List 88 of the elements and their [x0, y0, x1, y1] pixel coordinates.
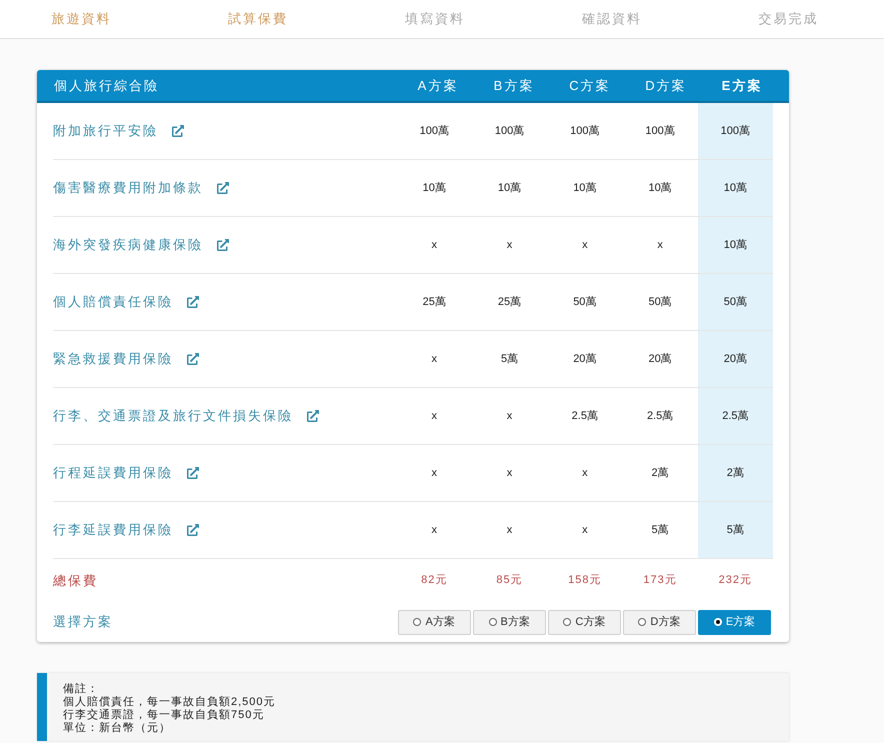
plan-heading: E方案 [720, 76, 764, 95]
radio-icon [563, 618, 572, 626]
table-cell-text: x [506, 466, 512, 481]
table-cell-text: 25萬 [422, 294, 446, 310]
table-cell-text: 5萬 [500, 352, 518, 367]
coverage-link[interactable]: 海外突發疾病健康保險 [53, 235, 203, 255]
table-cell-text: x [506, 408, 512, 424]
coverage-link[interactable]: 行程延誤費用保險 [53, 463, 173, 483]
table-cell-text: x [582, 522, 588, 538]
premium-amount: 82元 [420, 573, 448, 588]
plan-heading: B方案 [492, 76, 536, 95]
plan-radio-button[interactable]: B方案 [472, 610, 546, 634]
table-cell-text: x [582, 466, 588, 481]
plan-heading: A方案 [416, 76, 460, 95]
external-link-icon[interactable] [187, 524, 199, 536]
note-text: 單位：新台幣（元） [63, 722, 172, 735]
radio-icon [488, 618, 497, 626]
table-cell-text: 20萬 [724, 352, 747, 367]
table-cell-text: 2.5萬 [722, 408, 748, 424]
radio-icon [413, 618, 422, 626]
plan-radio-button[interactable]: A方案 [398, 610, 471, 634]
plan-radio-button[interactable]: C方案 [548, 610, 621, 634]
table-cell-text: x [432, 238, 438, 253]
step-label: 確認資料 [582, 10, 642, 28]
premium-amount: 232元 [718, 573, 754, 588]
table-cell-text: 20萬 [573, 352, 596, 367]
table-cell-text: 100萬 [494, 124, 524, 139]
coverage-link[interactable]: 附加旅行平安險 [53, 121, 158, 141]
table-cell-text: x [432, 352, 438, 367]
table-cell-text: 50萬 [724, 294, 747, 310]
table-cell-text: 100萬 [570, 124, 600, 139]
total-label: 總保費 [53, 572, 99, 590]
table-title: 個人旅行綜合險 [53, 76, 160, 95]
table-cell-text: 2萬 [726, 466, 744, 481]
table-cell-text: x [432, 408, 438, 424]
plan-radio-button[interactable]: E方案 [698, 610, 772, 634]
premium-amount: 85元 [495, 573, 524, 588]
plan-radio-button[interactable]: D方案 [622, 610, 696, 634]
table-cell-text: 10萬 [422, 180, 446, 196]
table-cell-text: x [657, 238, 663, 253]
table-cell-text: 2.5萬 [572, 408, 598, 424]
table-cell-text: 10萬 [648, 180, 672, 196]
table-cell-text: 50萬 [648, 294, 672, 310]
step-label: 交易完成 [758, 10, 819, 28]
table-cell-text: 2.5萬 [646, 408, 674, 424]
table-cell-text: x [506, 238, 512, 253]
radio-icon [714, 618, 722, 626]
coverage-link[interactable]: 行李、交通票證及旅行文件損失保險 [53, 406, 293, 426]
table-cell-text: 50萬 [573, 294, 596, 310]
table-cell-text: 10萬 [724, 238, 747, 253]
external-link-icon[interactable] [172, 125, 184, 137]
table-cell-text: 10萬 [724, 180, 747, 196]
step-label: 旅遊資料 [51, 10, 112, 28]
table-cell-text: 5萬 [726, 522, 744, 538]
table-cell-text: 10萬 [573, 180, 596, 196]
coverage-link[interactable]: 緊急救援費用保險 [53, 349, 173, 369]
table-cell-text: x [432, 522, 438, 538]
table-cell-text: 100萬 [720, 124, 750, 139]
note-text: 個人賠償責任，每一事故自負額2,500元 [63, 696, 277, 708]
table-cell-text: 10萬 [498, 180, 522, 196]
note-text: 行李交通票證，每一事故自負額750元 [63, 709, 266, 722]
table-cell-text: x [582, 238, 588, 253]
radio-icon [638, 618, 646, 626]
coverage-link[interactable]: 個人賠償責任保險 [53, 292, 173, 312]
table-cell-text: 25萬 [498, 294, 522, 310]
coverage-link[interactable]: 傷害醫療費用附加條款 [53, 178, 203, 198]
choose-label: 選擇方案 [53, 613, 114, 632]
external-link-icon[interactable] [217, 182, 229, 194]
note-text: 備註： [63, 683, 100, 696]
external-link-icon[interactable] [187, 296, 199, 308]
premium-amount: 158元 [567, 573, 602, 588]
external-link-icon[interactable] [307, 410, 319, 422]
external-link-icon[interactable] [217, 239, 229, 251]
table-cell-text: 100萬 [420, 124, 449, 139]
external-link-icon[interactable] [187, 467, 199, 479]
premium-amount: 173元 [642, 573, 678, 588]
plan-heading: D方案 [644, 76, 688, 95]
table-cell-text: 2萬 [652, 466, 669, 481]
step-label: 填寫資料 [404, 10, 465, 28]
step-label: 試算保費 [228, 10, 288, 28]
table-cell-text: x [432, 466, 438, 481]
table-cell-text: 5萬 [652, 522, 669, 538]
table-cell-text: x [506, 522, 512, 538]
external-link-icon[interactable] [187, 353, 199, 365]
plan-heading: C方案 [568, 76, 612, 95]
table-cell-text: 100萬 [645, 124, 675, 139]
table-cell-text: 20萬 [648, 352, 672, 367]
coverage-link[interactable]: 行李延誤費用保險 [53, 520, 173, 540]
